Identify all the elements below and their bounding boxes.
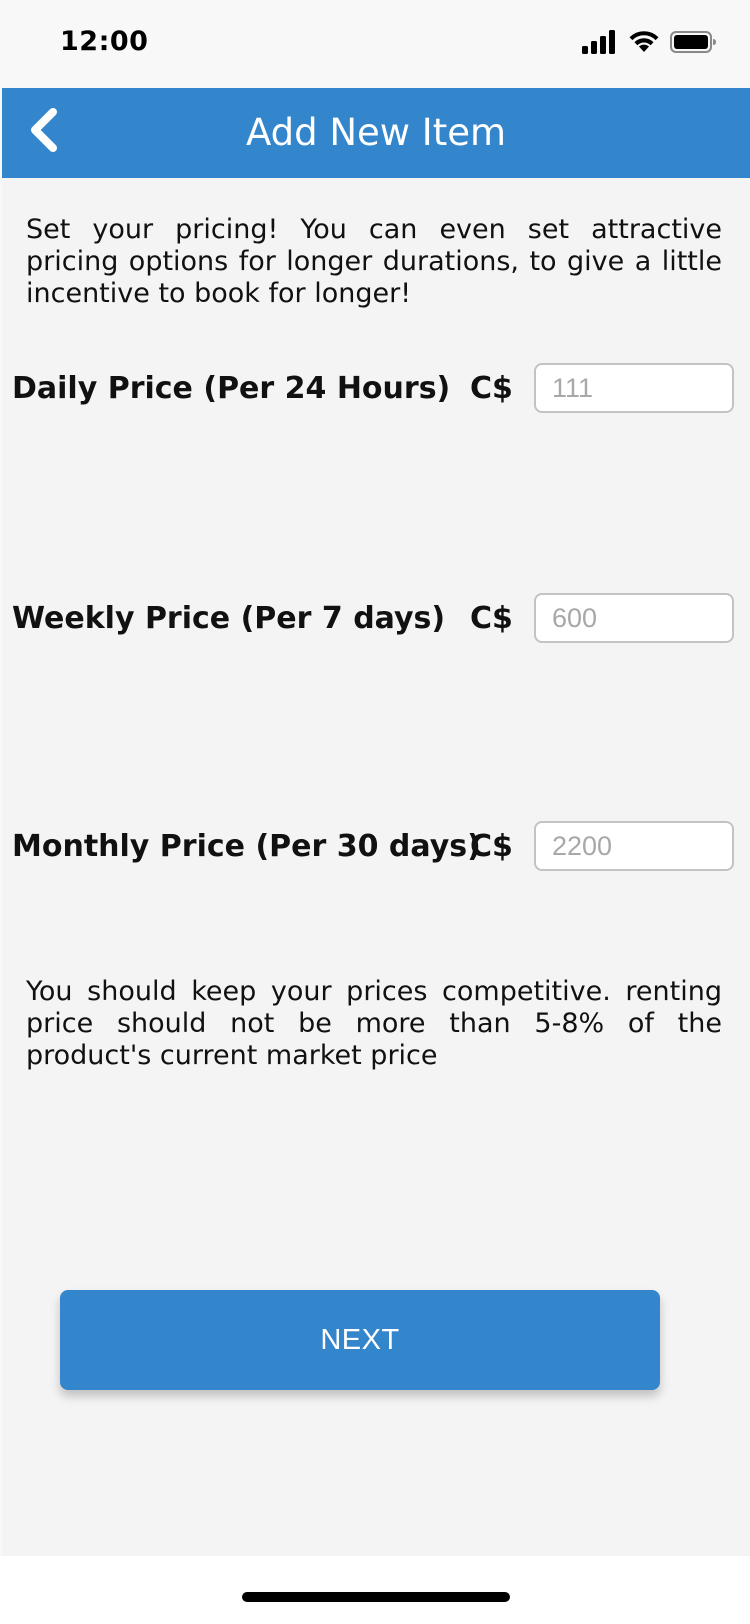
signal-icon <box>582 30 618 54</box>
status-icons <box>582 30 718 54</box>
wifi-icon <box>628 30 660 54</box>
daily-price-row: Daily Price (Per 24 Hours) C$ <box>12 361 740 417</box>
home-indicator <box>242 1592 510 1602</box>
monthly-price-row: Monthly Price (Per 30 days) C$ <box>12 819 740 875</box>
weekly-price-label: Weekly Price (Per 7 days) <box>12 601 446 636</box>
weekly-price-row: Weekly Price (Per 7 days) C$ <box>12 591 740 647</box>
daily-currency-label: C$ <box>470 371 513 406</box>
daily-price-input[interactable] <box>534 363 734 413</box>
daily-price-label: Daily Price (Per 24 Hours) <box>12 371 451 406</box>
intro-text: Set your pricing! You can even set attra… <box>26 214 722 309</box>
bottom-safe-area <box>0 1556 750 1624</box>
monthly-currency-label: C$ <box>470 829 513 864</box>
page-title: Add New Item <box>245 111 507 154</box>
status-time: 12:00 <box>60 26 149 57</box>
status-bar: 12:00 <box>0 0 750 88</box>
monthly-price-input[interactable] <box>534 821 734 871</box>
pricing-advice-text: You should keep your prices competitive.… <box>26 976 722 1071</box>
monthly-price-label: Monthly Price (Per 30 days) <box>12 829 481 864</box>
header-bar: Add New Item <box>2 88 750 178</box>
main-content: Set your pricing! You can even set attra… <box>2 178 750 1556</box>
battery-icon <box>670 30 718 54</box>
weekly-currency-label: C$ <box>470 601 513 636</box>
weekly-price-input[interactable] <box>534 593 734 643</box>
next-button[interactable]: NEXT <box>60 1290 660 1390</box>
